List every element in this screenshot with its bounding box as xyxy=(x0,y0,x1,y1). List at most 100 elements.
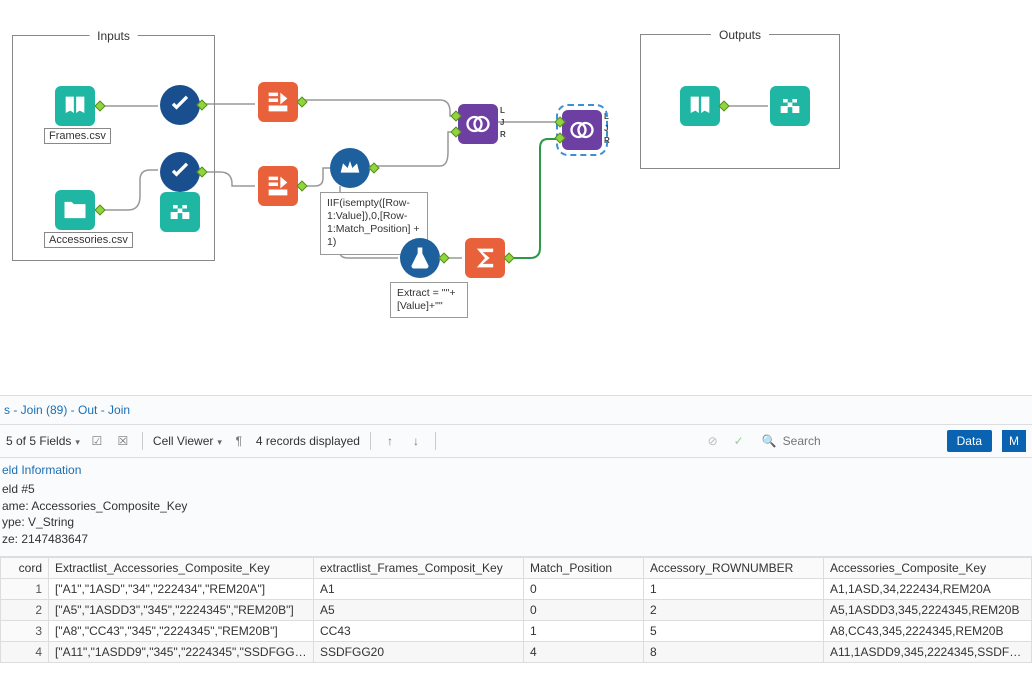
cell-match-pos: 1 xyxy=(524,620,644,641)
cell-acc-composite: A1,1ASD,34,222434,REM20A xyxy=(824,578,1032,599)
data-button[interactable]: Data xyxy=(947,430,992,452)
field-information: eld Information eld #5 ame: Accessories_… xyxy=(0,458,1032,557)
table-row[interactable]: 1["A1","1ASD","34","222434","REM20A"]A10… xyxy=(1,578,1032,599)
field-name: ame: Accessories_Composite_Key xyxy=(2,498,1030,515)
col-match-pos[interactable]: Match_Position xyxy=(524,557,644,578)
cell-match-pos: 0 xyxy=(524,578,644,599)
book-icon xyxy=(61,92,89,120)
check-icon xyxy=(166,91,194,119)
sigma-icon xyxy=(471,244,499,272)
separator xyxy=(435,432,436,450)
cell-match-pos: 4 xyxy=(524,641,644,662)
results-table[interactable]: cord Extractlist_Accessories_Composite_K… xyxy=(0,557,1032,663)
list-arrow-icon xyxy=(264,172,292,200)
col-acc-rownum[interactable]: Accessory_ROWNUMBER xyxy=(644,557,824,578)
table-header-row: cord Extractlist_Accessories_Composite_K… xyxy=(1,557,1032,578)
field-size: ze: 2147483647 xyxy=(2,531,1030,548)
flask-icon xyxy=(406,244,434,272)
cell-acc-rownum: 5 xyxy=(644,620,824,641)
anchor-out[interactable] xyxy=(368,162,379,173)
book-out-icon xyxy=(686,92,714,120)
macro-input-2[interactable] xyxy=(55,190,95,230)
cell-record: 1 xyxy=(1,578,49,599)
macro-output[interactable] xyxy=(680,86,720,126)
check-icon xyxy=(166,158,194,186)
cell-acc-composite: A8,CC43,345,2224345,REM20B xyxy=(824,620,1032,641)
folder-book-icon xyxy=(61,196,89,224)
cell-extractlist-acc: ["A11","1ASDD9","345","2224345","SSDFGG2… xyxy=(49,641,314,662)
arrow-down-icon[interactable]: ↓ xyxy=(407,432,425,450)
arrow-up-icon[interactable]: ↑ xyxy=(381,432,399,450)
join-tool-1[interactable] xyxy=(458,104,498,144)
search-icon: 🔍 xyxy=(762,434,777,448)
port-R: R xyxy=(500,130,506,139)
crown-icon xyxy=(336,154,364,182)
col-acc-composite[interactable]: Accessories_Composite_Key xyxy=(824,557,1032,578)
port-R: R xyxy=(604,136,610,145)
checkmark-icon[interactable]: ✓ xyxy=(730,432,748,450)
binoculars-icon xyxy=(166,198,194,226)
results-table-wrap: cord Extractlist_Accessories_Composite_K… xyxy=(0,557,1032,663)
join-tool-2[interactable] xyxy=(562,110,602,150)
annotation-extract: Extract = '"'+[Value]+'"' xyxy=(390,282,468,318)
col-record[interactable]: cord xyxy=(1,557,49,578)
anchor-out[interactable] xyxy=(296,180,307,191)
cell-acc-rownum: 8 xyxy=(644,641,824,662)
cell-record: 2 xyxy=(1,599,49,620)
workflow-canvas[interactable]: Inputs Outputs Frames.csv Accessories.cs… xyxy=(0,0,1032,395)
cell-extractlist-acc: ["A5","1ASDD3","345","2224345","REM20B"] xyxy=(49,599,314,620)
summarize-tool[interactable] xyxy=(465,238,505,278)
m-button[interactable]: M xyxy=(1002,430,1026,452)
cell-extractlist-frames: CC43 xyxy=(314,620,524,641)
label-accessories: Accessories.csv xyxy=(44,232,133,248)
label-frames: Frames.csv xyxy=(44,128,111,144)
search-box[interactable]: 🔍 xyxy=(756,431,939,451)
search-input[interactable] xyxy=(783,434,933,448)
port-L: L xyxy=(500,106,505,115)
cell-acc-composite: A11,1ASDD9,345,2224345,SSDFGG20 xyxy=(824,641,1032,662)
binoculars-icon xyxy=(776,92,804,120)
cell-acc-rownum: 2 xyxy=(644,599,824,620)
formula-tool[interactable] xyxy=(400,238,440,278)
anchor-out[interactable] xyxy=(296,96,307,107)
anchor-out[interactable] xyxy=(438,252,449,263)
cell-extractlist-acc: ["A1","1ASD","34","222434","REM20A"] xyxy=(49,578,314,599)
col-extractlist-frames[interactable]: extractlist_Frames_Composit_Key xyxy=(314,557,524,578)
join-icon xyxy=(568,116,596,144)
field-num: eld #5 xyxy=(2,481,1030,498)
results-window: s - Join (89) - Out - Join 5 of 5 Fields… xyxy=(0,395,1032,663)
no-entry-icon[interactable]: ⊘ xyxy=(704,432,722,450)
deselect-icon[interactable]: ☒ xyxy=(114,432,132,450)
table-row[interactable]: 4 ["A11","1ASDD9","345","2224345","SSDFGG… xyxy=(1,641,1032,662)
col-extractlist-acc[interactable]: Extractlist_Accessories_Composite_Key xyxy=(49,557,314,578)
list-arrow-icon xyxy=(264,88,292,116)
port-J: J xyxy=(500,118,504,127)
table-row[interactable]: 2["A5","1ASDD3","345","2224345","REM20B"… xyxy=(1,599,1032,620)
table-row[interactable]: 3["A8","CC43","345","2224345","REM20B"]C… xyxy=(1,620,1032,641)
anchor-out[interactable] xyxy=(503,252,514,263)
multirow-formula-tool[interactable] xyxy=(330,148,370,188)
browse-tool[interactable] xyxy=(770,86,810,126)
select-all-icon[interactable]: ☑ xyxy=(88,432,106,450)
transpose-tool-2[interactable] xyxy=(258,166,298,206)
paragraph-icon[interactable]: ¶ xyxy=(230,432,248,450)
select-tool-1[interactable] xyxy=(160,85,200,125)
cell-record: 3 xyxy=(1,620,49,641)
fields-dropdown[interactable]: 5 of 5 Fields xyxy=(6,434,80,448)
find-replace-tool[interactable] xyxy=(160,192,200,232)
cell-viewer-dropdown[interactable]: Cell Viewer xyxy=(153,434,222,448)
cell-extractlist-frames: A5 xyxy=(314,599,524,620)
cell-extractlist-frames: A1 xyxy=(314,578,524,599)
records-label: 4 records displayed xyxy=(256,434,360,448)
cell-extractlist-acc: ["A8","CC43","345","2224345","REM20B"] xyxy=(49,620,314,641)
port-J: J xyxy=(604,124,608,133)
outputs-container[interactable]: Outputs xyxy=(640,34,840,169)
select-tool-2[interactable] xyxy=(160,152,200,192)
results-breadcrumb[interactable]: s - Join (89) - Out - Join xyxy=(0,396,1032,425)
separator xyxy=(142,432,143,450)
macro-input-1[interactable] xyxy=(55,86,95,126)
field-info-header: eld Information xyxy=(2,462,1030,479)
transpose-tool-1[interactable] xyxy=(258,82,298,122)
port-L: L xyxy=(604,112,609,121)
outputs-title: Outputs xyxy=(711,28,769,42)
